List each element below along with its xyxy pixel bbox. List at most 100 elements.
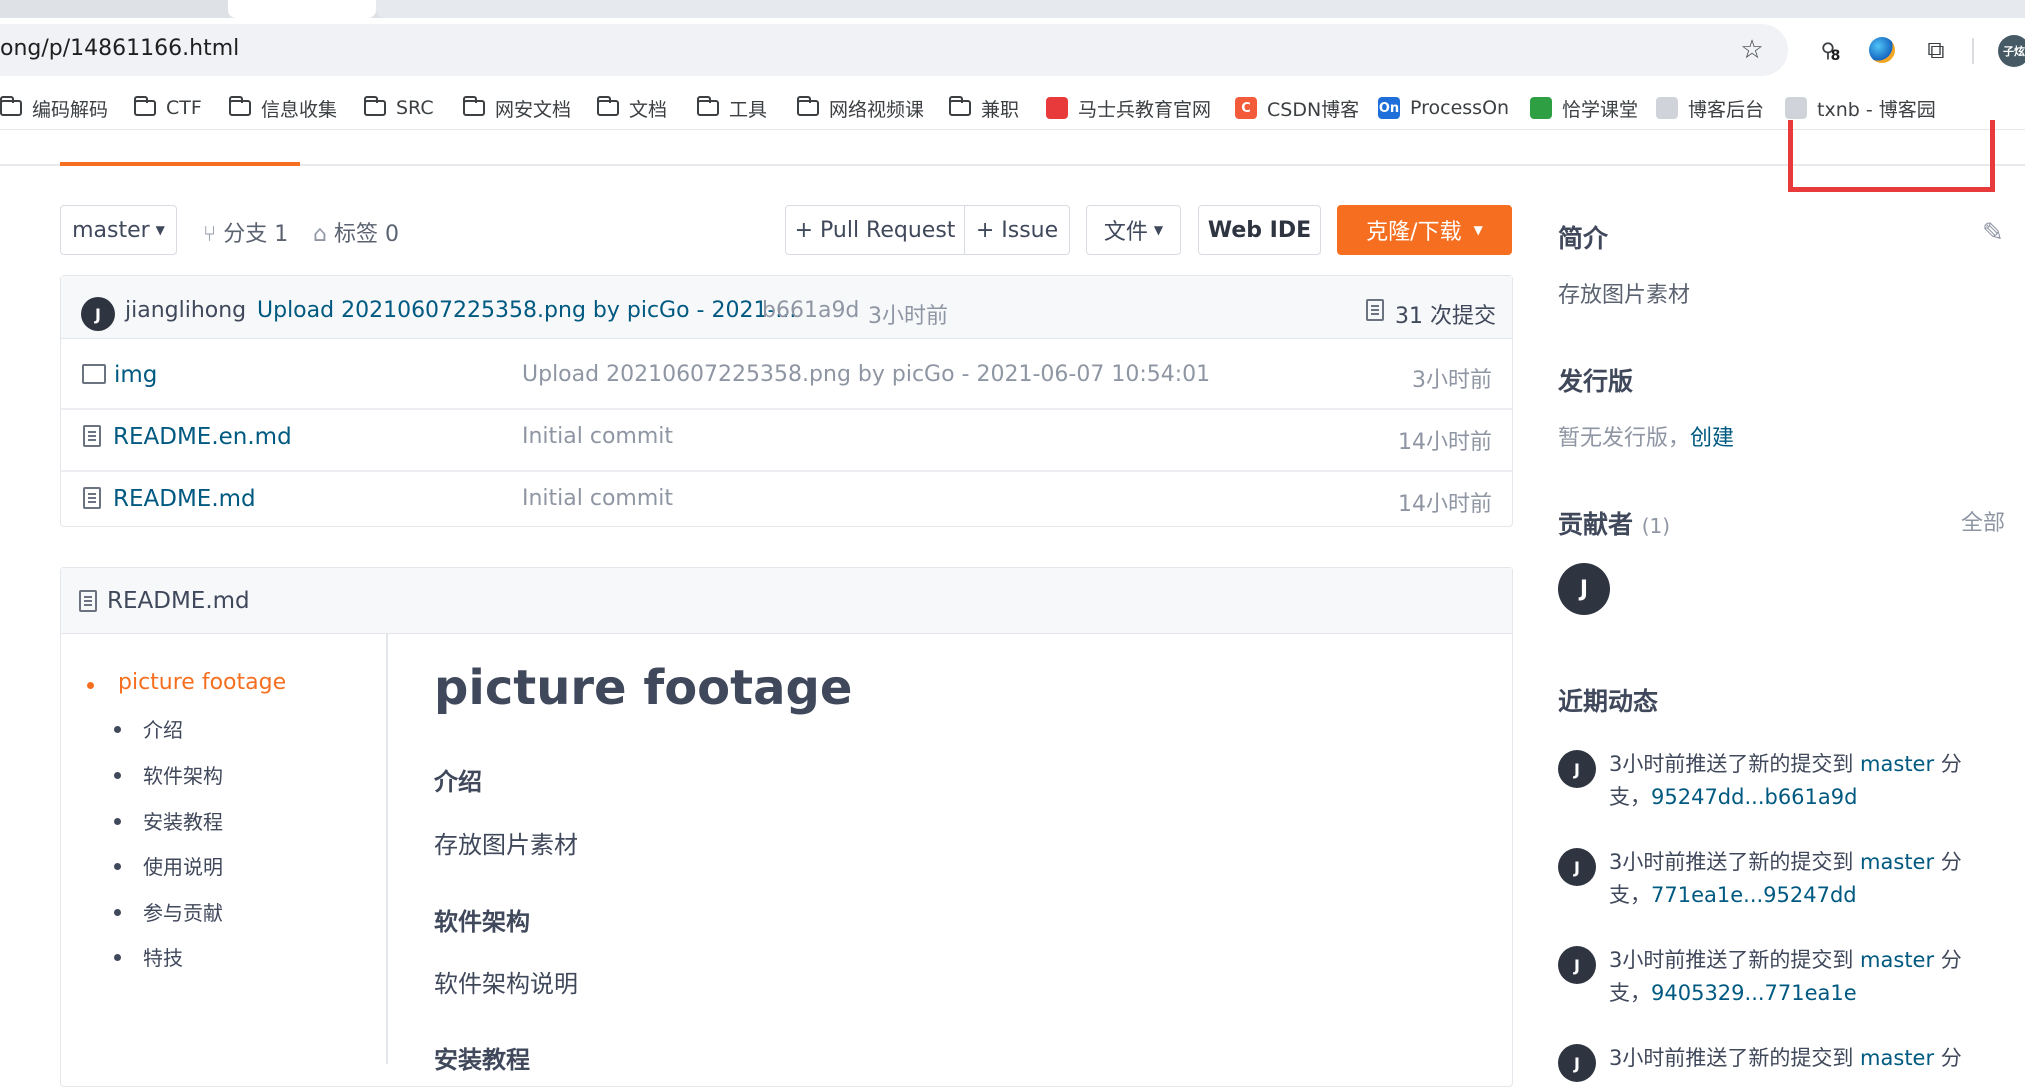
file-commit-time: 14小时前	[1398, 430, 1492, 455]
bookmark-label: 网安文档	[495, 98, 572, 121]
tags-link[interactable]: ⌂ 标签 0	[313, 216, 399, 248]
toc-link[interactable]: picture footage	[118, 670, 286, 695]
bookmark-item[interactable]: 编码解码	[0, 93, 108, 123]
toc-bullet	[114, 726, 121, 733]
activity-text: 支，	[1609, 981, 1651, 1005]
contributors-count: (1)	[1641, 514, 1671, 538]
tag-icon: ⌂	[313, 222, 327, 247]
commit-time: 3小时前	[868, 304, 948, 329]
bookmark-label: 文档	[629, 98, 668, 121]
bookmark-item[interactable]: txnb - 博客园	[1785, 93, 1936, 123]
readme-title: picture footage	[434, 660, 853, 716]
toc-link[interactable]: 软件架构	[143, 760, 223, 789]
toc-bullet	[114, 772, 121, 779]
branches-label: 分支 1	[223, 222, 289, 247]
branches-link[interactable]: ⑂ 分支 1	[203, 216, 288, 248]
commit-message[interactable]: Upload 20210607225358.png by picGo - 202…	[257, 298, 796, 323]
activity-commit-range-link[interactable]: 771ea1e...95247dd	[1651, 883, 1857, 907]
file-link[interactable]: README.md	[113, 486, 256, 512]
bookmark-label: ProcessOn	[1410, 97, 1510, 119]
issue-button[interactable]: + Issue	[964, 205, 1070, 255]
activity-item: 3小时前推送了新的提交到 master 分支，9405329...771ea1e	[1609, 944, 1962, 1010]
activity-avatar[interactable]: J	[1558, 848, 1596, 886]
folder-icon	[696, 96, 719, 116]
file-commit-message[interactable]: Initial commit	[522, 486, 673, 511]
file-commit-message[interactable]: Initial commit	[522, 424, 673, 449]
readme-header	[61, 568, 1512, 634]
activity-branch-link[interactable]: master	[1860, 1046, 1934, 1070]
folder-link[interactable]: img	[114, 362, 157, 388]
file-icon	[83, 425, 101, 447]
bookmark-item[interactable]: SRC	[363, 93, 434, 123]
toc-link[interactable]: 特技	[143, 942, 183, 971]
bookmark-star-icon[interactable]: ☆	[1732, 30, 1772, 70]
extensions-puzzle-icon[interactable]: ⧉	[1916, 30, 1956, 70]
bookmark-item[interactable]: On ProcessOn	[1378, 93, 1509, 123]
bookmark-item[interactable]: 博客后台	[1656, 93, 1764, 123]
bookmark-item[interactable]: C CSDN博客	[1235, 93, 1359, 123]
bookmark-label: 兼职	[981, 98, 1020, 121]
bookmark-label: 信息收集	[261, 98, 338, 121]
bookmark-item[interactable]: 马士兵教育官网	[1046, 93, 1211, 123]
commit-author[interactable]: jianglihong	[125, 298, 246, 323]
folder-icon	[948, 96, 971, 116]
address-bar[interactable]	[0, 24, 1788, 76]
caret-down-icon: ▼	[155, 223, 165, 237]
bookmark-label: CSDN博客	[1267, 98, 1360, 121]
folder-icon	[0, 96, 22, 116]
activity-text: 支，	[1609, 883, 1651, 907]
profile-avatar[interactable]: 子炫	[1998, 35, 2025, 67]
activity-commit-range-link[interactable]: 9405329...771ea1e	[1651, 981, 1857, 1005]
activity-branch-link[interactable]: master	[1860, 752, 1934, 776]
readme-file-icon	[79, 590, 97, 612]
branch-select-label: master	[72, 217, 150, 243]
toc-link[interactable]: 参与贡献	[143, 897, 223, 926]
site-favicon-icon	[1046, 97, 1068, 119]
bookmark-item[interactable]: 兼职	[948, 93, 1020, 123]
browser-tab[interactable]	[376, 0, 2025, 18]
toc-link[interactable]: 介绍	[143, 714, 183, 743]
site-favicon-icon	[1785, 97, 1807, 119]
pull-request-button[interactable]: + Pull Request	[785, 205, 965, 255]
bookmark-item[interactable]: 网络视频课	[796, 93, 924, 123]
clone-download-button[interactable]: 克隆/下载 ▼	[1337, 205, 1512, 255]
activity-avatar[interactable]: J	[1558, 1044, 1596, 1082]
toc-link[interactable]: 安装教程	[143, 806, 223, 835]
extension-icon[interactable]: ⚲ 8	[1808, 30, 1848, 70]
contributors-all-link[interactable]: 全部	[1961, 505, 2005, 537]
activity-avatar[interactable]: J	[1558, 750, 1596, 788]
files-dropdown[interactable]: 文件 ▼	[1086, 205, 1181, 255]
clone-download-label: 克隆/下载	[1366, 220, 1462, 245]
browser-tab-active[interactable]	[228, 0, 376, 18]
activity-branch-link[interactable]: master	[1860, 850, 1934, 874]
bookmark-item[interactable]: 工具	[696, 93, 767, 123]
file-commit-time: 14小时前	[1398, 492, 1492, 517]
file-commit-message[interactable]: Upload 20210607225358.png by picGo - 202…	[522, 362, 1210, 387]
folder-icon	[462, 96, 485, 116]
activity-branch-link[interactable]: master	[1860, 948, 1934, 972]
file-commit-time: 3小时前	[1412, 368, 1492, 393]
readme-heading-install: 安装教程	[434, 1046, 530, 1074]
commit-hash[interactable]: b661a9d	[762, 298, 859, 323]
branch-select[interactable]: master ▼	[60, 205, 177, 255]
bookmark-item[interactable]: 文档	[596, 93, 668, 123]
activity-item: 3小时前推送了新的提交到 master 分	[1609, 1042, 1962, 1075]
globe-extension-icon[interactable]	[1862, 30, 1902, 70]
bookmark-item[interactable]: CTF	[133, 93, 202, 123]
toc-link[interactable]: 使用说明	[143, 851, 223, 880]
bookmark-item[interactable]: 信息收集	[228, 93, 338, 123]
commit-count-link[interactable]: 31 次提交	[1395, 298, 1496, 330]
caret-down-icon: ▼	[1153, 223, 1164, 237]
commit-author-avatar[interactable]: J	[81, 297, 115, 331]
activity-avatar[interactable]: J	[1558, 946, 1596, 984]
contributor-avatar[interactable]: J	[1558, 563, 1610, 615]
activity-commit-range-link[interactable]: 95247dd...b661a9d	[1651, 785, 1857, 809]
address-bar-url[interactable]: ong/p/14861166.html	[0, 36, 239, 61]
edit-icon[interactable]: ✎	[1982, 218, 2004, 248]
web-ide-button[interactable]: Web IDE	[1198, 205, 1321, 255]
bookmark-item[interactable]: 网安文档	[462, 93, 572, 123]
file-icon	[83, 487, 101, 509]
bookmark-item[interactable]: 恰学课堂	[1530, 93, 1638, 123]
file-link[interactable]: README.en.md	[113, 424, 292, 450]
create-release-link[interactable]: 创建	[1690, 426, 1734, 451]
